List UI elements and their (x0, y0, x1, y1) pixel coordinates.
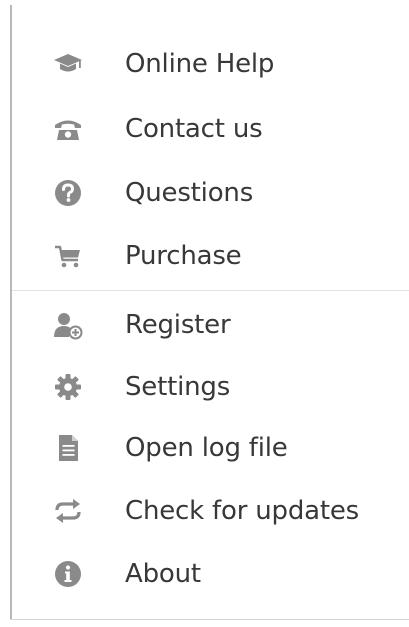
info-circle-icon (52, 558, 84, 590)
document-icon (52, 432, 84, 464)
menu-item-questions[interactable]: Questions (12, 165, 409, 221)
refresh-icon (52, 495, 84, 527)
shopping-cart-icon (52, 240, 84, 272)
menu-divider (12, 290, 409, 291)
menu-item-check-for-updates[interactable]: Check for updates (12, 483, 409, 539)
menu-item-label: Settings (125, 372, 231, 402)
graduation-cap-icon (52, 48, 84, 80)
user-add-icon (52, 309, 84, 341)
menu-item-open-log-file[interactable]: Open log file (12, 420, 409, 476)
phone-icon (52, 113, 84, 145)
menu-item-settings[interactable]: Settings (12, 359, 409, 415)
question-circle-icon (52, 177, 84, 209)
menu-item-contact-us[interactable]: Contact us (12, 101, 409, 157)
menu-item-label: Register (125, 310, 231, 340)
menu-item-online-help[interactable]: Online Help (12, 36, 409, 92)
menu-item-label: Online Help (125, 49, 275, 79)
menu-item-label: Purchase (125, 241, 242, 271)
menu-item-label: Check for updates (125, 496, 360, 526)
menu-bottom-edge (10, 619, 409, 620)
page: Online Help Contact us Questions Purchas… (0, 0, 409, 627)
menu-item-label: Questions (125, 178, 254, 208)
menu-item-label: About (125, 559, 201, 589)
gear-icon (52, 371, 84, 403)
menu-item-register[interactable]: Register (12, 297, 409, 353)
menu-item-label: Open log file (125, 433, 288, 463)
menu-item-label: Contact us (125, 114, 263, 144)
menu-item-purchase[interactable]: Purchase (12, 228, 409, 284)
help-menu: Online Help Contact us Questions Purchas… (10, 5, 409, 619)
menu-item-about[interactable]: About (12, 546, 409, 602)
